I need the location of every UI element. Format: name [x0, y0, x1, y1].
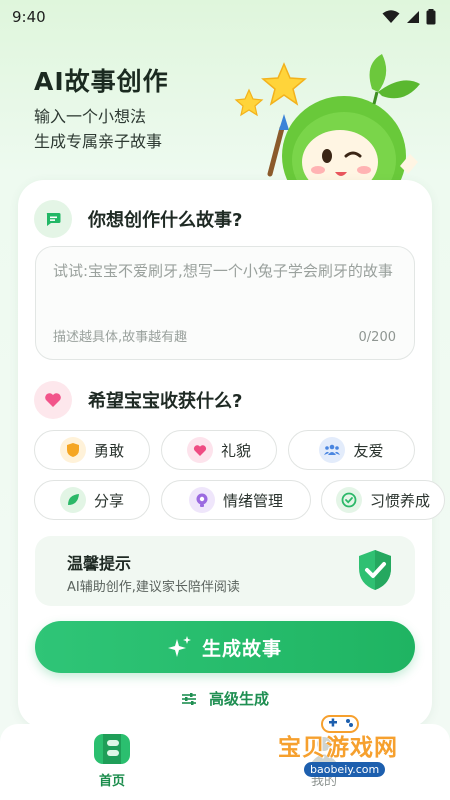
nav-home[interactable]: 首页	[88, 732, 136, 789]
gain-section-title: 希望宝宝收获什么?	[88, 391, 243, 412]
check-circle-icon	[335, 487, 362, 513]
small-star-icon	[234, 88, 264, 117]
shield-icon	[59, 437, 86, 463]
generate-story-label: 生成故事	[201, 637, 282, 660]
mascot-illustration	[234, 54, 420, 194]
tip-title: 温馨提示	[67, 554, 132, 573]
status-bar: 9:40	[0, 0, 450, 34]
chip-share[interactable]: 分享	[34, 480, 150, 520]
page-title: AI故事创作	[34, 67, 169, 96]
tip-text: AI辅助创作,建议家长陪伴阅读	[67, 580, 240, 595]
sliders-icon	[181, 692, 196, 705]
subtitle-line-1: 输入一个小想法	[34, 107, 147, 126]
chip-polite[interactable]: 礼貌	[161, 430, 277, 470]
story-section-title: 你想创作什么故事?	[88, 210, 243, 231]
emotion-icon	[188, 487, 215, 513]
generate-story-button[interactable]: 生成故事	[35, 621, 415, 673]
story-input-char-count: 0/200	[358, 330, 396, 345]
chip-emotion[interactable]: 情绪管理	[161, 480, 311, 520]
chip-friendly[interactable]: 友爱	[288, 430, 415, 470]
status-icons	[382, 9, 436, 25]
nav-home-label: 首页	[98, 774, 125, 789]
advanced-generate-link[interactable]: 高级生成	[18, 688, 432, 709]
chip-label: 情绪管理	[222, 491, 283, 510]
leaf-icon	[59, 487, 86, 513]
sparkle-icon	[167, 636, 191, 657]
story-section-header: 你想创作什么故事?	[34, 200, 242, 238]
chat-icon	[34, 200, 72, 238]
shield-check-icon	[359, 550, 391, 590]
gain-section-header: 希望宝宝收获什么?	[34, 381, 242, 419]
people-icon	[319, 437, 346, 463]
watermark: 宝贝游戏网 baobeiy.com	[268, 712, 438, 796]
big-star-icon	[261, 62, 307, 106]
wifi-icon	[382, 10, 400, 23]
advanced-generate-label: 高级生成	[208, 690, 269, 708]
chip-label: 礼貌	[220, 441, 251, 460]
watermark-url: baobeiy.com	[304, 762, 386, 777]
watermark-text: 宝贝游戏网	[278, 735, 398, 761]
story-input[interactable]: 试试:宝宝不爱刷牙,想写一个小兔子学会刷牙的故事 描述越具体,故事越有趣 0/2…	[35, 246, 415, 360]
chip-label: 友爱	[353, 441, 384, 460]
chip-label: 习惯养成	[369, 491, 430, 510]
story-card: 你想创作什么故事? 试试:宝宝不爱刷牙,想写一个小兔子学会刷牙的故事 描述越具体…	[18, 180, 445, 728]
chip-brave[interactable]: 勇敢	[34, 430, 150, 470]
heart-icon	[186, 437, 213, 463]
heart-icon	[34, 381, 72, 419]
battery-icon	[426, 9, 436, 25]
tip-box: 温馨提示 AI辅助创作,建议家长陪伴阅读	[35, 536, 415, 606]
chip-label: 勇敢	[93, 441, 124, 460]
subtitle-line-2: 生成专属亲子故事	[34, 132, 163, 151]
chip-label: 分享	[93, 491, 124, 510]
chip-habits[interactable]: 习惯养成	[321, 480, 445, 520]
status-time: 9:40	[12, 8, 46, 26]
story-input-hint: 描述越具体,故事越有趣	[53, 330, 188, 345]
home-book-icon	[94, 734, 130, 764]
story-input-placeholder: 试试:宝宝不爱刷牙,想写一个小兔子学会刷牙的故事	[53, 262, 393, 280]
page-subtitle: 输入一个小想法 生成专属亲子故事	[34, 104, 162, 154]
signal-icon	[407, 11, 419, 23]
